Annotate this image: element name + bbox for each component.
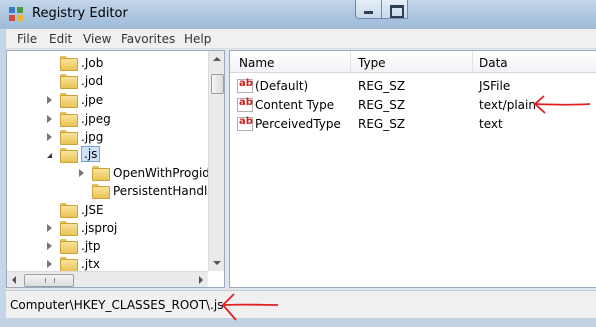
tree-horizontal-scrollbar[interactable]	[7, 271, 208, 287]
scroll-left-arrow-icon[interactable]	[12, 276, 16, 284]
scroll-up-arrow-icon[interactable]	[213, 57, 221, 61]
scroll-thumb[interactable]	[211, 74, 224, 94]
tree-item-label: .jod	[81, 74, 104, 88]
ab-string-icon: ab	[237, 97, 253, 112]
values-list-pane[interactable]: Name Type Data ab (Default) REG_SZ JSFil…	[229, 50, 596, 288]
tree-item-label: .jtp	[81, 239, 101, 253]
tree-item-label: .jpe	[81, 93, 104, 107]
folder-icon	[60, 112, 78, 127]
ab-string-icon: ab	[237, 78, 253, 93]
folder-open-icon	[60, 148, 78, 163]
expand-arrow-icon[interactable]	[47, 96, 52, 104]
tree-item-label: .jpeg	[81, 112, 111, 126]
value-name: Content Type	[255, 98, 335, 112]
status-bar: Computer\HKEY_CLASSES_ROOT\.js	[6, 290, 596, 318]
expand-arrow-icon[interactable]	[47, 242, 52, 250]
column-header-type[interactable]: Type	[358, 56, 386, 70]
value-name: PerceivedType	[255, 117, 341, 131]
expand-arrow-icon[interactable]	[79, 169, 84, 177]
list-row-content-type[interactable]: ab Content Type REG_SZ text/plain	[230, 96, 596, 115]
folder-icon	[60, 221, 78, 236]
title-bar[interactable]: Registry Editor	[0, 0, 596, 29]
ab-string-icon: ab	[237, 116, 253, 131]
value-type: REG_SZ	[358, 117, 406, 131]
folder-icon	[60, 56, 78, 71]
menu-help[interactable]: Help	[184, 32, 211, 46]
menu-favorites[interactable]: Favorites	[121, 32, 175, 46]
tree-item-label: .jpg	[81, 130, 104, 144]
registry-tree-pane[interactable]: .Job .jod .jpe .jpeg .jpg .js OpenWithPr…	[6, 50, 225, 288]
folder-icon	[60, 130, 78, 145]
menu-file[interactable]: File	[17, 32, 37, 46]
value-type: REG_SZ	[358, 79, 406, 93]
column-divider[interactable]	[350, 51, 351, 73]
tree-item-label: .Job	[81, 56, 104, 70]
maximize-button[interactable]	[381, 0, 408, 19]
tree-vertical-scrollbar[interactable]	[208, 51, 224, 271]
column-header-data[interactable]: Data	[479, 56, 508, 70]
expand-arrow-icon[interactable]	[47, 224, 52, 232]
current-key-path: Computer\HKEY_CLASSES_ROOT\.js	[10, 298, 224, 312]
minimize-button[interactable]	[355, 0, 382, 19]
list-header: Name Type Data	[230, 51, 596, 73]
folder-icon	[60, 239, 78, 254]
expand-arrow-icon[interactable]	[47, 260, 52, 268]
list-row-perceived-type[interactable]: ab PerceivedType REG_SZ text	[230, 115, 596, 134]
list-row-default[interactable]: ab (Default) REG_SZ JSFile	[230, 77, 596, 96]
tree-item-label: .jsproj	[81, 221, 118, 235]
registry-editor-window: Registry Editor File Edit View Favorites…	[0, 0, 596, 327]
folder-icon	[92, 184, 110, 199]
menu-view[interactable]: View	[83, 32, 111, 46]
tree-item-label: .js	[81, 146, 101, 162]
folder-icon	[60, 203, 78, 218]
menu-edit[interactable]: Edit	[49, 32, 72, 46]
column-divider[interactable]	[472, 51, 473, 73]
scroll-right-arrow-icon[interactable]	[199, 276, 203, 284]
tree-item-label: OpenWithProgids	[113, 166, 217, 180]
scroll-thumb[interactable]	[24, 274, 74, 287]
tree-item-label: .jtx	[81, 257, 100, 271]
folder-icon	[60, 74, 78, 89]
folder-icon	[92, 166, 110, 181]
value-data: JSFile	[479, 79, 511, 93]
registry-editor-icon	[9, 7, 23, 21]
expand-arrow-icon[interactable]	[47, 133, 52, 141]
window-border-bottom	[0, 318, 596, 327]
collapse-arrow-icon[interactable]	[47, 153, 52, 158]
menu-bar: File Edit View Favorites Help	[6, 29, 596, 49]
tree-item-label: .JSE	[81, 203, 104, 217]
scroll-down-arrow-icon[interactable]	[213, 261, 221, 265]
value-name: (Default)	[255, 79, 309, 93]
folder-icon	[60, 257, 78, 272]
tree-item-label: PersistentHandler	[113, 184, 220, 198]
expand-arrow-icon[interactable]	[47, 115, 52, 123]
folder-icon	[60, 93, 78, 108]
value-data: text	[479, 117, 503, 131]
value-type: REG_SZ	[358, 98, 406, 112]
window-title: Registry Editor	[32, 6, 128, 21]
column-header-name[interactable]: Name	[239, 56, 274, 70]
value-data: text/plain	[479, 98, 536, 112]
